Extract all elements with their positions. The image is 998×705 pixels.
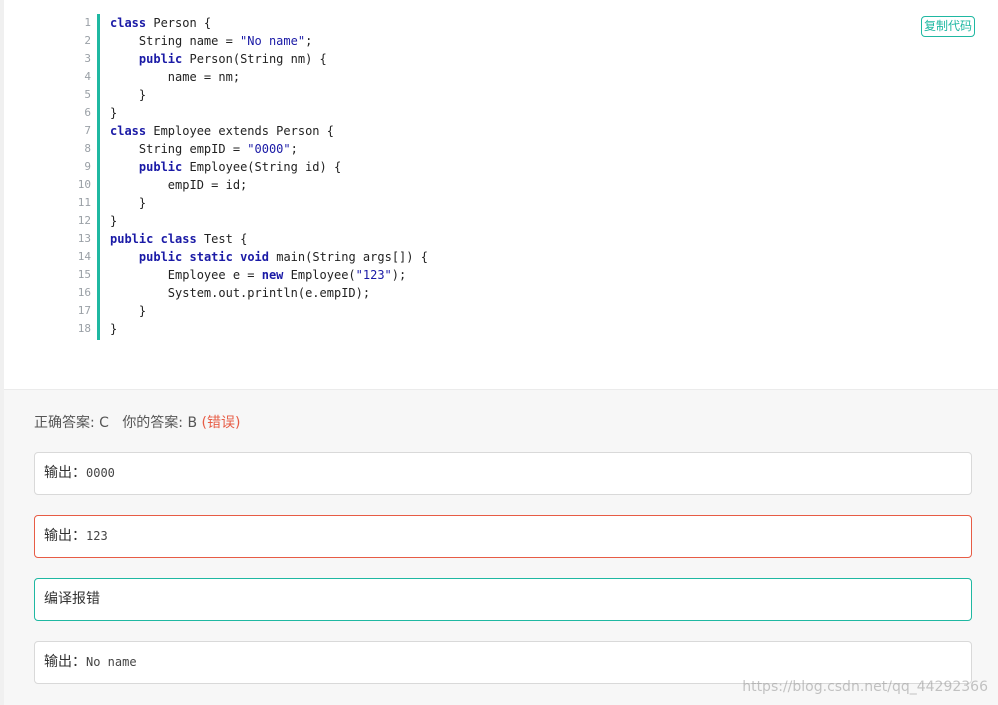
code-line: 14 public static void main(String args[]… — [62, 248, 428, 266]
code-text: Employee e = new Employee("123"); — [110, 268, 407, 282]
copy-code-button[interactable]: 复制代码 — [921, 16, 975, 37]
line-number: 9 — [84, 160, 91, 173]
code-line: 11 } — [62, 194, 428, 212]
code-text: } — [110, 304, 147, 318]
code-line: 18} — [62, 320, 428, 338]
line-number: 1 — [84, 16, 91, 29]
option-prefix: 输出： — [44, 654, 86, 670]
correct-answer-label: 正确答案: C — [34, 415, 109, 431]
answer-panel: 正确答案: C 你的答案: B (错误) 输出：0000 输出：123 编译报错… — [4, 389, 998, 705]
code-text: public static void main(String args[]) { — [138, 250, 428, 264]
code-text: } — [110, 106, 118, 120]
option-d[interactable]: 输出：No name — [34, 641, 972, 684]
code-line: 4 name = nm; — [62, 68, 428, 86]
answer-summary: 正确答案: C 你的答案: B (错误) — [34, 412, 240, 432]
code-text: } — [110, 214, 118, 228]
line-number: 3 — [84, 52, 91, 65]
code-text: String empID = "0000"; — [110, 142, 298, 156]
option-value: No name — [86, 655, 137, 669]
code-block: 1 class Person { 2 String name = "No name"… — [62, 14, 428, 338]
code-text: class Person { — [110, 16, 212, 30]
code-line: 2 String name = "No name"; — [62, 32, 428, 50]
question-page: 复制代码 1 class Person { 2 String name = "No … — [0, 0, 998, 705]
line-number: 14 — [77, 250, 91, 263]
option-c[interactable]: 编译报错 — [34, 578, 972, 621]
line-number: 6 — [84, 106, 91, 119]
option-prefix: 编译报错 — [44, 591, 100, 607]
code-text: String name = "No name"; — [110, 34, 313, 48]
code-text: empID = id; — [110, 178, 248, 192]
code-line: 17 } — [62, 302, 428, 320]
line-number: 11 — [77, 196, 91, 209]
code-line: 13 public class Test { — [62, 230, 428, 248]
code-line: 9 public Employee(String id) { — [62, 158, 428, 176]
code-text: public class Test { — [110, 232, 248, 246]
option-value: 0000 — [86, 466, 115, 480]
code-text: } — [110, 196, 147, 210]
code-text: public Person(String nm) { — [138, 52, 327, 66]
line-number: 5 — [84, 88, 91, 101]
code-text: public Employee(String id) { — [138, 160, 342, 174]
code-line: 3 public Person(String nm) { — [62, 50, 428, 68]
code-text: name = nm; — [110, 70, 241, 84]
watermark: https://blog.csdn.net/qq_44292366 — [742, 679, 988, 695]
code-line: 1 class Person { — [62, 14, 428, 32]
code-text: } — [110, 322, 118, 336]
code-line: 10 empID = id; — [62, 176, 428, 194]
option-b[interactable]: 输出：123 — [34, 515, 972, 558]
line-number: 2 — [84, 34, 91, 47]
line-number: 15 — [77, 268, 91, 281]
option-prefix: 输出： — [44, 465, 86, 481]
answer-status: (错误) — [201, 415, 241, 431]
your-answer-label: 你的答案: B — [122, 415, 198, 431]
code-text: class Employee extends Person { — [110, 124, 334, 138]
code-line: 12} — [62, 212, 428, 230]
code-line: 5 } — [62, 86, 428, 104]
code-line: 15 Employee e = new Employee("123"); — [62, 266, 428, 284]
option-a[interactable]: 输出：0000 — [34, 452, 972, 495]
code-text: } — [110, 88, 147, 102]
line-number: 18 — [77, 322, 91, 335]
line-number: 13 — [77, 232, 91, 245]
line-number: 8 — [84, 142, 91, 155]
code-line: 8 String empID = "0000"; — [62, 140, 428, 158]
option-prefix: 输出： — [44, 528, 86, 544]
code-line: 6} — [62, 104, 428, 122]
line-number: 7 — [84, 124, 91, 137]
option-value: 123 — [86, 529, 108, 543]
code-line: 7 class Employee extends Person { — [62, 122, 428, 140]
code-text: System.out.println(e.empID); — [110, 286, 371, 300]
line-number: 4 — [84, 70, 91, 83]
line-number: 12 — [77, 214, 91, 227]
line-number: 16 — [77, 286, 91, 299]
line-number: 10 — [77, 178, 91, 191]
line-number: 17 — [77, 304, 91, 317]
code-line: 16 System.out.println(e.empID); — [62, 284, 428, 302]
